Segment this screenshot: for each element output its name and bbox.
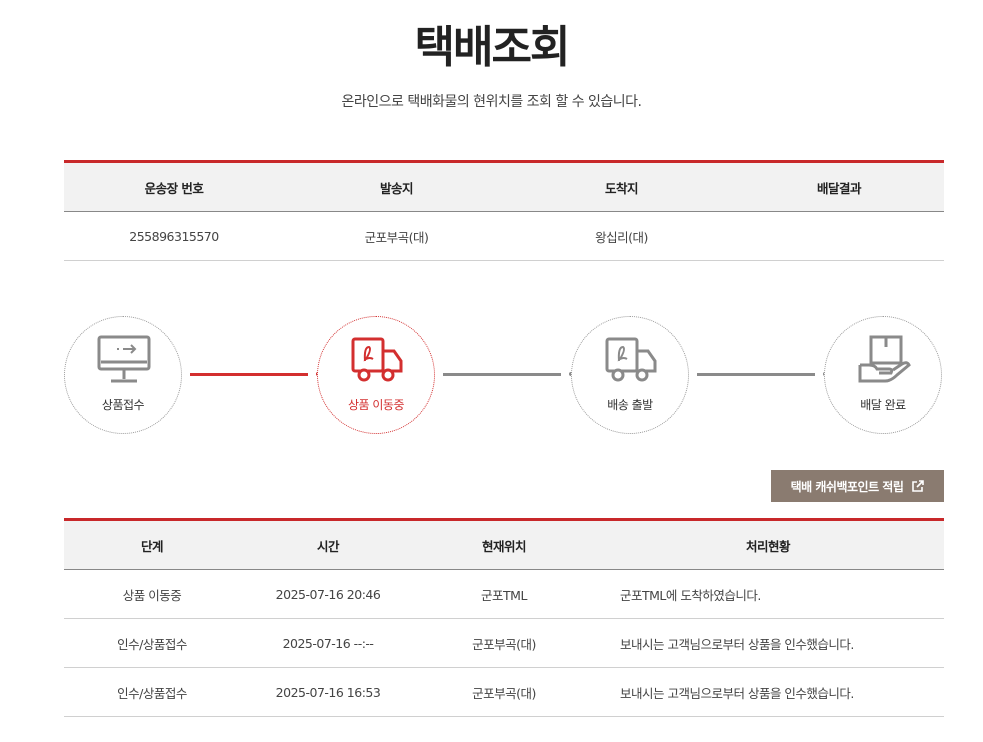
cashback-button-label: 택배 캐쉬백포인트 적립 [790, 479, 904, 494]
step-out-for-delivery: 배송 출발 [571, 316, 689, 434]
column-header-result: 배달결과 [816, 180, 862, 196]
time-cell: 2025-07-16 20:46 [275, 586, 381, 602]
stage-cell: 상품 이동중 [122, 587, 182, 603]
origin-value: 군포부곡(대) [364, 229, 429, 245]
monitor-icon [97, 335, 151, 383]
time-cell: 2025-07-16 16:53 [275, 684, 381, 700]
delivery-progress: 상품접수 상품 이동중 배송 출발 배달 완료 [64, 316, 944, 434]
progress-connector [443, 373, 561, 376]
shipment-table-header: 운송장 번호 발송지 도착지 배달결과 [64, 163, 944, 212]
waybill-number: 255896315570 [129, 228, 219, 244]
cashback-point-button[interactable]: 택배 캐쉬백포인트 적립 [771, 470, 944, 502]
column-header-stage: 단계 [140, 538, 164, 554]
step-received: 상품접수 [64, 316, 182, 434]
stage-cell: 인수/상품접수 [117, 685, 187, 701]
truck-icon [605, 337, 657, 382]
step-label: 상품접수 [101, 398, 145, 412]
step-in-transit: 상품 이동중 [317, 316, 435, 434]
result-value [734, 212, 944, 260]
step-label: 상품 이동중 [347, 398, 405, 412]
shipment-info-table: 운송장 번호 발송지 도착지 배달결과 255896315570 군포부곡(대)… [64, 160, 944, 261]
destination-value: 왕십리(대) [595, 229, 648, 245]
location-cell: 군포TML [481, 587, 527, 603]
step-label: 배송 출발 [607, 398, 653, 412]
stage-cell: 인수/상품접수 [117, 636, 187, 652]
table-row: 인수/상품접수 2025-07-16 --:-- 군포부곡(대) 보내시는 고객… [64, 619, 944, 668]
truck-icon [351, 337, 403, 382]
page-subtitle: 온라인으로 택배화물의 현위치를 조회 할 수 있습니다. [341, 94, 642, 110]
status-cell: 보내시는 고객님으로부터 상품을 인수했습니다. [620, 636, 854, 652]
column-header-origin: 발송지 [379, 180, 414, 196]
tracking-table-header: 단계 시간 현재위치 처리현황 [64, 521, 944, 570]
step-delivered: 배달 완료 [824, 316, 942, 434]
table-row: 인수/상품접수 2025-07-16 16:53 군포부곡(대) 보내시는 고객… [64, 668, 944, 717]
progress-connector [190, 373, 308, 376]
shipment-row: 255896315570 군포부곡(대) 왕십리(대) [64, 212, 944, 261]
location-cell: 군포부곡(대) [472, 636, 536, 652]
progress-connector [697, 373, 815, 376]
column-header-destination: 도착지 [604, 180, 639, 196]
step-label: 배달 완료 [860, 398, 906, 412]
location-cell: 군포부곡(대) [472, 685, 536, 701]
external-link-icon [912, 479, 925, 492]
column-header-location: 현재위치 [481, 538, 527, 554]
page-title: 택배조회 [414, 22, 571, 73]
status-cell: 군포TML에 도착하였습니다. [620, 587, 761, 603]
time-cell: 2025-07-16 --:-- [282, 635, 374, 651]
status-cell: 보내시는 고객님으로부터 상품을 인수했습니다. [620, 685, 854, 701]
column-header-status: 처리현황 [745, 538, 791, 554]
column-header-time: 시간 [316, 538, 340, 554]
table-row: 상품 이동중 2025-07-16 20:46 군포TML 군포TML에 도착하… [64, 570, 944, 619]
column-header-waybill: 운송장 번호 [144, 180, 204, 196]
hand-box-icon [858, 335, 911, 383]
tracking-history-table: 단계 시간 현재위치 처리현황 상품 이동중 2025-07-16 20:46 … [64, 518, 944, 717]
